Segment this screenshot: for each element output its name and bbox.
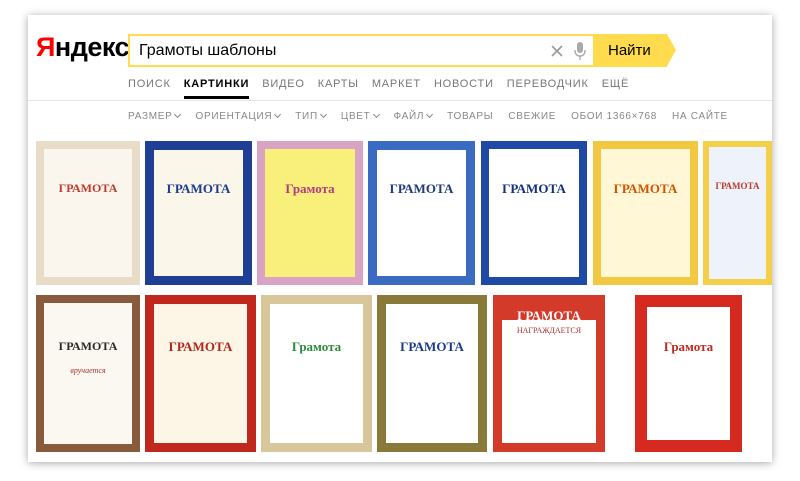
filter-bar: РАЗМЕР ОРИЕНТАЦИЯ ТИП ЦВЕТ ФАЙЛ ТОВАРЫ СВЕЖИЕ О… <box>128 110 743 123</box>
certificate-title: Грамота <box>285 181 335 196</box>
image-thumbnail[interactable]: ГРАМОТА <box>368 141 475 285</box>
chevron-down-icon <box>319 110 327 119</box>
browser-frame: Яндекс Найти ПОИСК КАРТИНКИ ВИДЕО КАРТЫ МАРК… <box>28 15 772 462</box>
chevron-down-icon <box>426 110 434 119</box>
certificate-title: ГРАМОТА <box>715 181 760 191</box>
filter-5[interactable]: ТОВАРЫ <box>447 111 493 123</box>
image-thumbnail[interactable]: Грамота <box>611 295 766 452</box>
certificate-title: Грамота <box>291 339 342 354</box>
image-thumbnail[interactable]: ГРАМОТА вручается <box>36 295 140 452</box>
tab-2[interactable]: ВИДЕО <box>262 77 305 101</box>
search-button[interactable]: Найти <box>593 34 667 67</box>
filter-label: НА САЙТЕ <box>671 111 728 122</box>
certificate-title: ГРАМОТА <box>502 181 566 196</box>
certificate-paper <box>154 150 243 276</box>
tab-6[interactable]: ПЕРЕВОДЧИК <box>507 77 589 101</box>
filter-4[interactable]: ФАЙЛ <box>393 110 434 123</box>
certificate-paper <box>265 149 355 277</box>
certificate-subtitle: вручается <box>70 366 106 375</box>
image-thumbnail[interactable]: Грамота <box>261 295 372 452</box>
header-divider <box>28 100 772 101</box>
filter-label: ФАЙЛ <box>393 111 425 122</box>
tab-3[interactable]: КАРТЫ <box>318 77 359 101</box>
certificate-paper <box>377 150 466 276</box>
certificate-paper <box>502 304 596 443</box>
filter-label: ОРИЕНТАЦИЯ <box>195 111 273 122</box>
image-thumbnail[interactable]: ГРАМОТА <box>593 141 698 285</box>
search-box[interactable] <box>128 34 594 67</box>
search-button-arrow[interactable] <box>667 34 676 66</box>
filter-3[interactable]: ЦВЕТ <box>340 110 380 123</box>
certificate-paper <box>709 147 766 279</box>
certificate-paper <box>44 149 132 277</box>
certificate-paper <box>601 149 690 277</box>
filter-2[interactable]: ТИП <box>295 110 327 123</box>
certificate-title: Грамота <box>663 339 714 354</box>
certificate-title: ГРАМОТА <box>613 181 678 196</box>
close-icon[interactable] <box>549 43 565 59</box>
filter-label: РАЗМЕР <box>128 111 173 122</box>
certificate-title: ГРАМОТА <box>400 339 464 354</box>
filter-6[interactable]: СВЕЖИЕ <box>508 111 556 123</box>
filter-label: ЦВЕТ <box>340 111 371 122</box>
certificate-title: ГРАМОТА <box>166 181 231 196</box>
image-thumbnail[interactable]: ГРАМОТА <box>145 295 256 452</box>
certificate-paper <box>647 307 730 440</box>
logo-rest: ндекс <box>54 32 130 62</box>
image-thumbnail[interactable]: ГРАМОТА <box>36 141 140 285</box>
image-thumbnail[interactable]: ГРАМОТА НАГРАЖДАЕТСЯ <box>493 295 605 452</box>
tab-7[interactable]: ЕЩЁ <box>602 77 629 101</box>
image-thumbnail[interactable]: ГРАМОТА <box>377 295 487 452</box>
image-thumbnail[interactable]: ГРАМОТА <box>481 141 587 285</box>
tab-5[interactable]: НОВОСТИ <box>434 77 494 101</box>
certificate-paper <box>489 149 579 277</box>
filter-label: ОБОИ 1366×768 <box>571 111 657 122</box>
certificate-title: ГРАМОТА <box>168 339 233 354</box>
certificate-paper <box>154 304 247 443</box>
filter-1[interactable]: ОРИЕНТАЦИЯ <box>195 110 282 123</box>
certificate-paper <box>270 304 363 443</box>
filter-label: СВЕЖИЕ <box>508 111 557 122</box>
image-thumbnail[interactable]: ГРАМОТА <box>703 141 772 285</box>
image-thumbnail[interactable]: Грамота <box>257 141 363 285</box>
search-input[interactable] <box>139 41 539 61</box>
chevron-down-icon <box>274 110 282 119</box>
certificate-title: ГРАМОТА <box>58 181 118 195</box>
certificate-title: ГРАМОТА <box>389 181 454 196</box>
image-thumbnail[interactable]: ГРАМОТА <box>145 141 252 285</box>
filter-8[interactable]: НА САЙТЕ <box>672 111 728 123</box>
tab-1[interactable]: КАРТИНКИ <box>183 77 250 101</box>
tab-4[interactable]: МАРКЕТ <box>372 77 421 101</box>
filter-7[interactable]: ОБОИ 1366×768 <box>571 111 657 123</box>
certificate-title: ГРАМОТА <box>58 339 118 353</box>
chevron-down-icon <box>174 110 182 119</box>
tab-0[interactable]: ПОИСК <box>128 77 171 101</box>
logo-first-letter: Я <box>36 32 55 62</box>
chevron-down-icon <box>372 110 380 119</box>
microphone-icon[interactable] <box>573 41 587 61</box>
yandex-logo[interactable]: Яндекс <box>36 32 130 62</box>
filter-0[interactable]: РАЗМЕР <box>128 110 182 123</box>
nav-tabs: ПОИСК КАРТИНКИ ВИДЕО КАРТЫ МАРКЕТ НОВОСТИ ПЕРЕ… <box>128 77 642 101</box>
certificate-paper <box>386 304 478 443</box>
certificate-title: ГРАМОТА <box>517 308 581 323</box>
filter-label: ТОВАРЫ <box>447 111 494 122</box>
filter-label: ТИП <box>295 111 318 122</box>
certificate-subtitle: НАГРАЖДАЕТСЯ <box>516 326 582 335</box>
